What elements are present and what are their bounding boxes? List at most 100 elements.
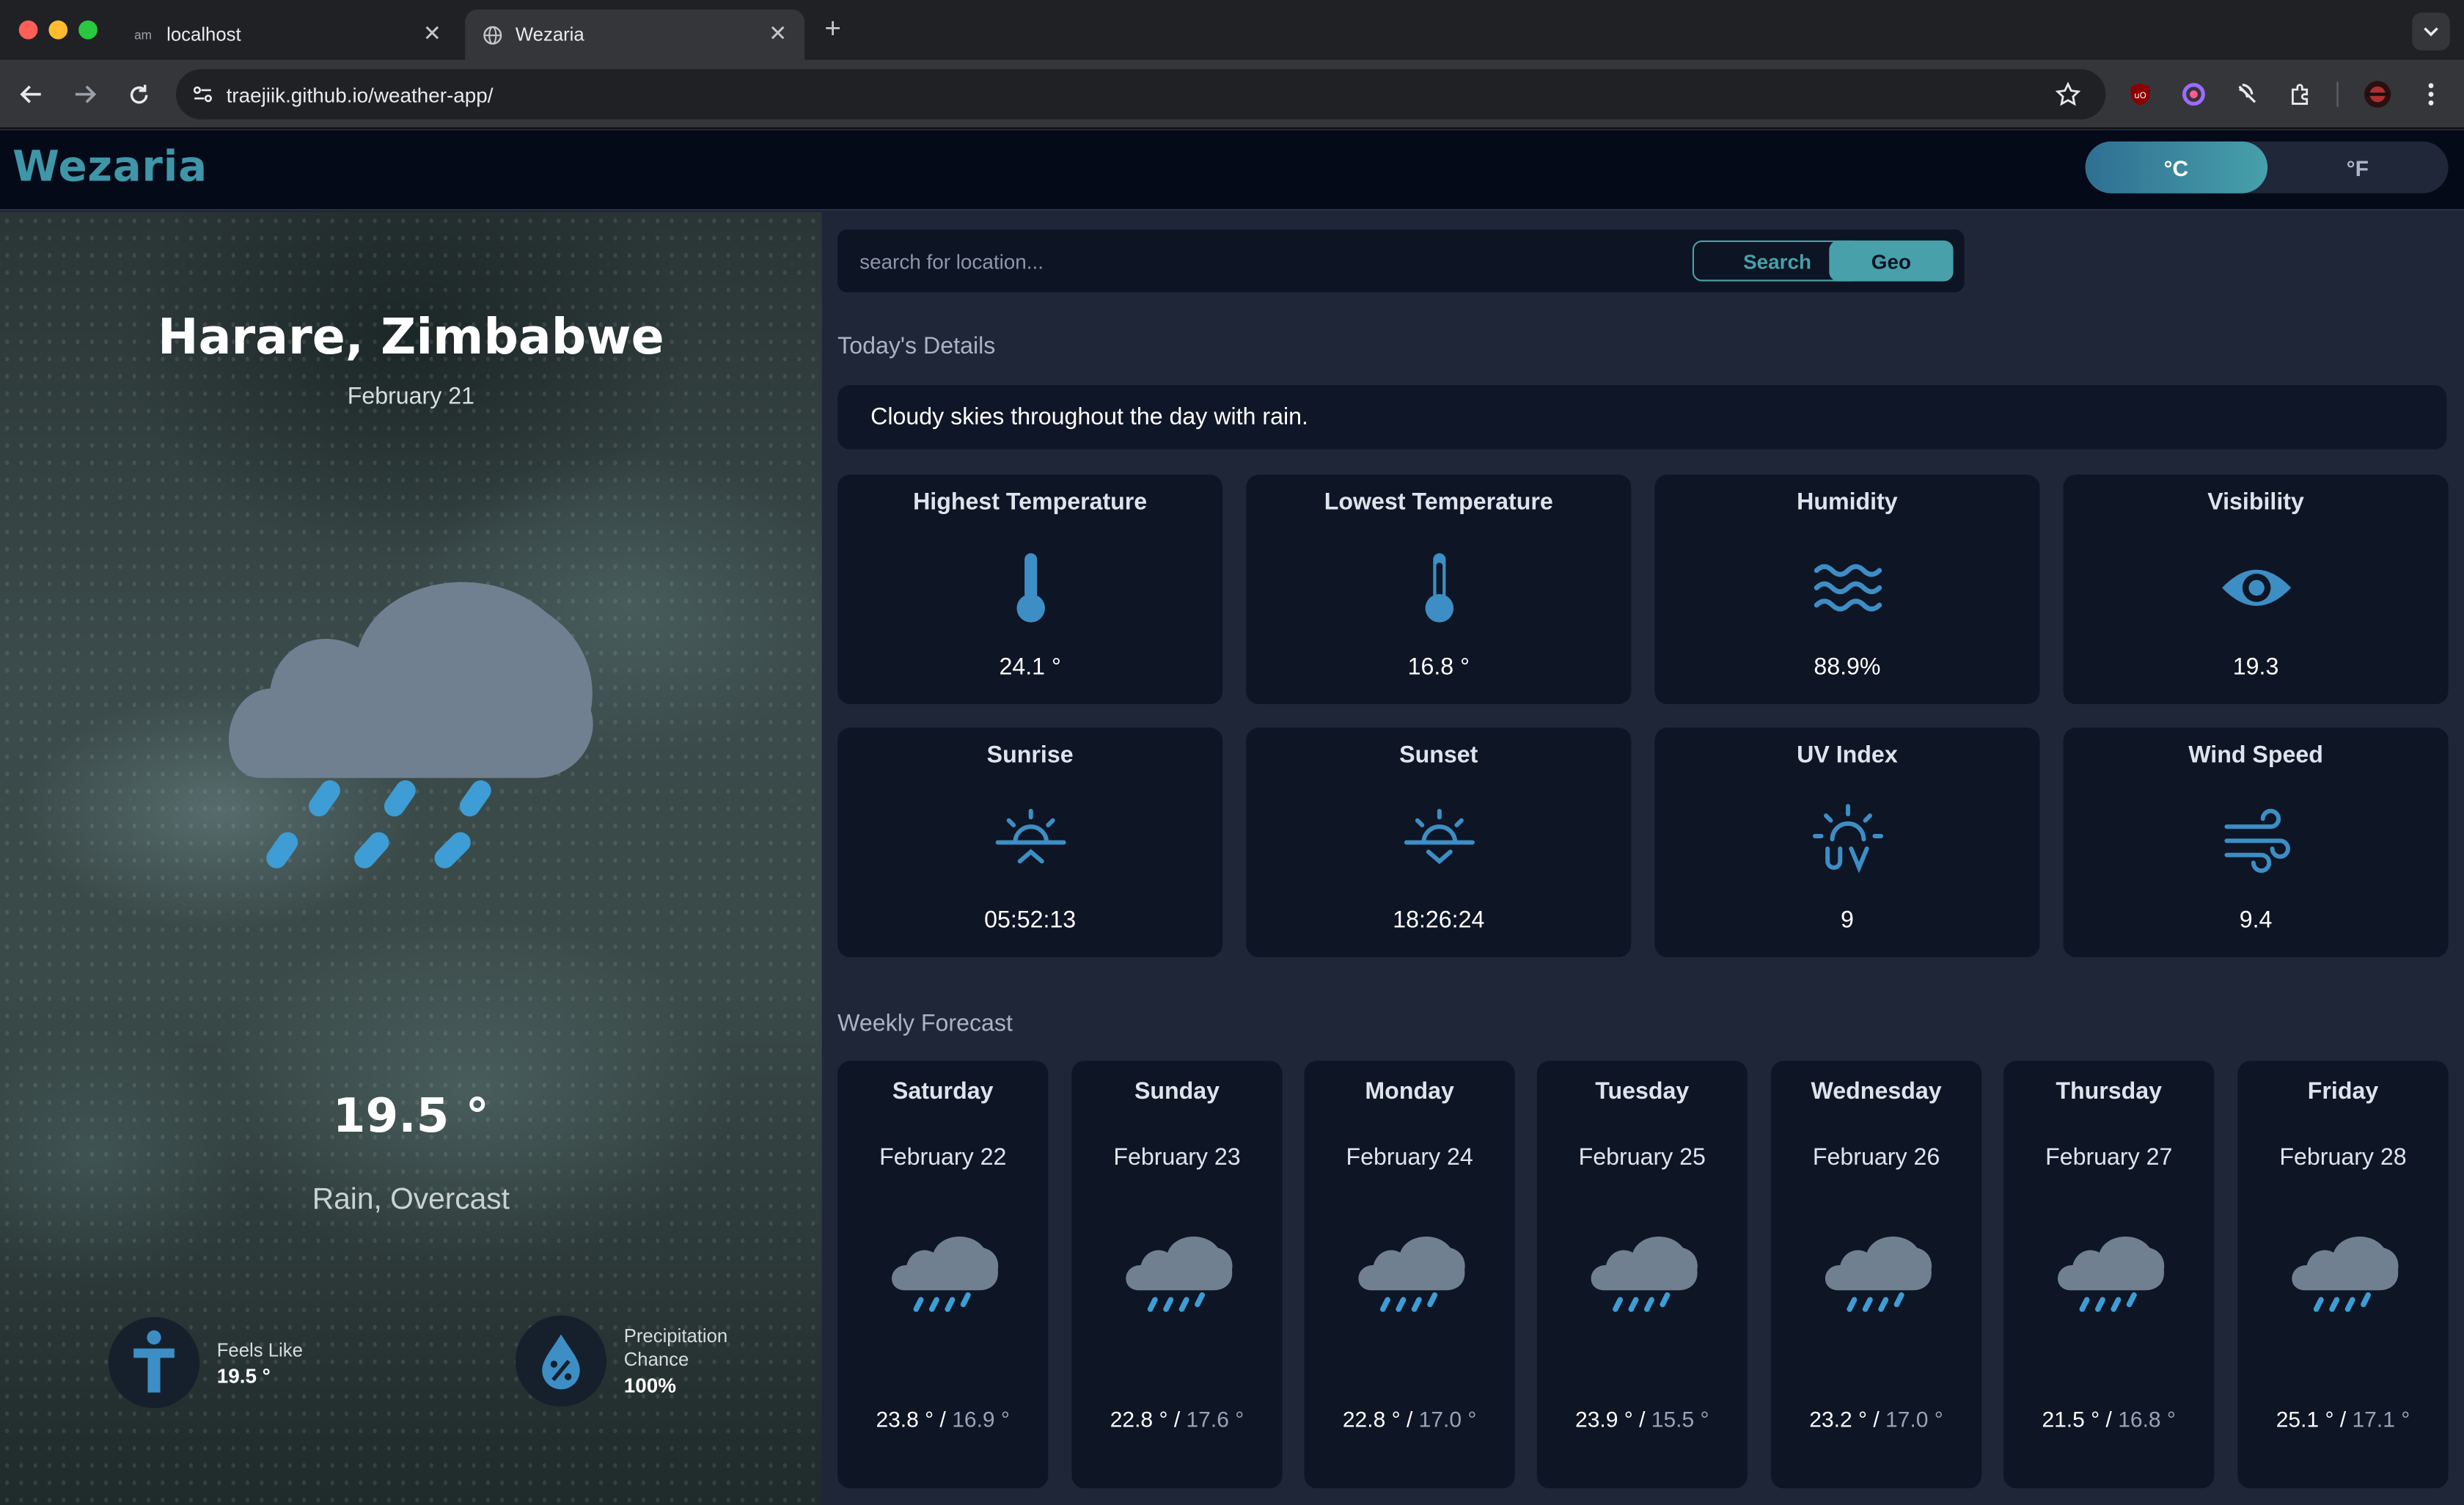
- card-value: 24.1 °: [999, 653, 1061, 681]
- sunrise-icon: [995, 808, 1066, 864]
- close-tab-icon[interactable]: ✕: [763, 19, 792, 48]
- svg-text:uO: uO: [2134, 90, 2146, 100]
- day-name: Sunday: [1134, 1078, 1220, 1105]
- person-icon: [108, 1317, 200, 1408]
- browser-toolbar: traejiik.github.io/weather-app/ uO: [0, 59, 2464, 129]
- card-title: Humidity: [1797, 488, 1898, 516]
- day-name: Wednesday: [1811, 1078, 1942, 1105]
- address-bar[interactable]: traejiik.github.io/weather-app/: [176, 69, 2106, 120]
- low-temp: 17.0 °: [1418, 1406, 1477, 1432]
- search-bar: search for location... Search Geo: [837, 229, 1965, 293]
- precipitation-label-line2: Chance: [623, 1348, 689, 1371]
- weather-summary: Cloudy skies throughout the day with rai…: [837, 385, 2447, 450]
- precipitation-value: 100%: [623, 1373, 676, 1397]
- arrow-right-icon: [75, 85, 97, 103]
- antenna-extension-icon[interactable]: [2232, 78, 2263, 110]
- day-name: Saturday: [892, 1078, 994, 1105]
- low-temp: 17.1 °: [2352, 1406, 2410, 1432]
- rain-cloud-icon: [892, 1236, 999, 1312]
- day-date: February 24: [1346, 1144, 1473, 1171]
- close-tab-icon[interactable]: ✕: [418, 19, 447, 48]
- high-temp: 21.5 °: [2042, 1406, 2100, 1432]
- wind-icon: [2224, 808, 2290, 874]
- precipitation-stat: Precipitation Chance 100%: [515, 1315, 728, 1407]
- ublock-extension-icon[interactable]: uO: [2124, 78, 2156, 110]
- back-button[interactable]: [10, 73, 54, 117]
- low-temp: 16.9 °: [952, 1406, 1010, 1432]
- site-settings-icon[interactable]: [191, 84, 213, 106]
- profile-avatar[interactable]: [2362, 78, 2394, 110]
- location-name: Harare, Zimbabwe: [157, 310, 664, 367]
- bookmark-star-icon[interactable]: [2053, 78, 2084, 110]
- high-temp: 22.8 °: [1110, 1406, 1168, 1432]
- card-title: Sunrise: [986, 741, 1074, 769]
- card-title: Highest Temperature: [913, 488, 1148, 516]
- current-temperature: 19.5 °: [332, 1089, 489, 1144]
- chevron-down-icon: [2424, 27, 2438, 37]
- sunset-card: Sunset 18:26:24: [1246, 728, 1632, 957]
- reload-button[interactable]: [117, 73, 161, 117]
- temperature-range: 22.8 ° / 17.6 °: [1110, 1406, 1244, 1432]
- forecast-day-card: Thursday February 27 21.5 ° / 16.8 °: [2003, 1061, 2215, 1489]
- card-title: Sunset: [1399, 741, 1478, 769]
- sunset-icon: [1404, 808, 1475, 865]
- low-temp: 16.8 °: [2118, 1406, 2176, 1432]
- more-menu-icon[interactable]: [2416, 78, 2447, 110]
- thermometer-icon: [1016, 553, 1045, 623]
- url-text[interactable]: traejiik.github.io/weather-app/: [227, 83, 494, 106]
- new-tab-button[interactable]: +: [817, 12, 848, 47]
- maximize-window-button[interactable]: [78, 20, 98, 40]
- puzzle-extensions-icon[interactable]: [2285, 78, 2317, 110]
- eye-icon: [2222, 569, 2292, 607]
- temperature-range: 25.1 ° / 17.1 °: [2276, 1406, 2410, 1432]
- app-logo[interactable]: Wezaria: [12, 143, 208, 191]
- day-date: February 28: [2279, 1144, 2407, 1171]
- feels-like-label: Feels Like: [216, 1338, 303, 1361]
- forward-button[interactable]: [63, 73, 107, 117]
- highest-temperature-card: Highest Temperature 24.1 °: [837, 475, 1223, 704]
- card-value: 19.3: [2232, 653, 2279, 681]
- humidity-card: Humidity 88.9%: [1654, 475, 2040, 704]
- high-temp: 23.9 °: [1575, 1406, 1633, 1432]
- app-header: Wezaria °C °F: [0, 130, 2464, 211]
- tab-search-button[interactable]: [2412, 12, 2450, 51]
- minimize-window-button[interactable]: [48, 20, 68, 40]
- low-temp: 17.6 °: [1186, 1406, 1244, 1432]
- sunrise-card: Sunrise 05:52:13: [837, 728, 1223, 957]
- forecast-day-card: Friday February 28 25.1 ° / 17.1 °: [2237, 1061, 2449, 1489]
- day-name: Thursday: [2056, 1078, 2163, 1105]
- forecast-day-card: Sunday February 23 22.8 ° / 17.6 °: [1071, 1061, 1283, 1489]
- celsius-button[interactable]: °C: [2085, 141, 2267, 194]
- tab-localhost[interactable]: am localhost ✕: [117, 10, 459, 60]
- search-input[interactable]: search for location...: [859, 250, 1044, 274]
- card-value: 9: [1840, 907, 1854, 934]
- day-date: February 25: [1578, 1144, 1706, 1171]
- rain-cloud-icon: [1825, 1236, 1932, 1312]
- humidity-waves-icon: [1814, 564, 1882, 612]
- card-title: Wind Speed: [2188, 741, 2323, 769]
- day-name: Monday: [1365, 1078, 1454, 1105]
- high-temp: 25.1 °: [2276, 1406, 2334, 1432]
- forecast-day-card: Wednesday February 26 23.2 ° / 17.0 °: [1771, 1061, 1982, 1489]
- day-date: February 27: [2045, 1144, 2173, 1171]
- localhost-favicon-icon: am: [134, 27, 152, 42]
- unit-toggle[interactable]: °C °F: [2085, 141, 2449, 194]
- reload-icon: [129, 84, 147, 103]
- card-value: 05:52:13: [984, 907, 1077, 934]
- day-date: February 23: [1113, 1144, 1241, 1171]
- feels-like-stat: Feels Like 19.5 °: [108, 1317, 303, 1408]
- toolbar-divider: [2336, 81, 2339, 107]
- wind-speed-card: Wind Speed 9.4: [2063, 728, 2449, 957]
- tab-wezaria[interactable]: Wezaria ✕: [465, 9, 805, 60]
- precipitation-label-line1: Precipitation: [623, 1325, 728, 1347]
- fahrenheit-button[interactable]: °F: [2267, 142, 2449, 194]
- precipitation-drop-icon: [515, 1315, 607, 1407]
- close-window-button[interactable]: [18, 20, 38, 40]
- tab-title: Wezaria: [515, 23, 584, 46]
- rain-cloud-icon: [2292, 1236, 2399, 1312]
- todays-details-heading: Today's Details: [837, 333, 996, 360]
- color-extension-icon[interactable]: [2178, 78, 2210, 110]
- high-temp: 23.8 °: [876, 1406, 934, 1432]
- geo-button[interactable]: Geo: [1829, 240, 1954, 282]
- rain-cloud-icon: [228, 582, 593, 868]
